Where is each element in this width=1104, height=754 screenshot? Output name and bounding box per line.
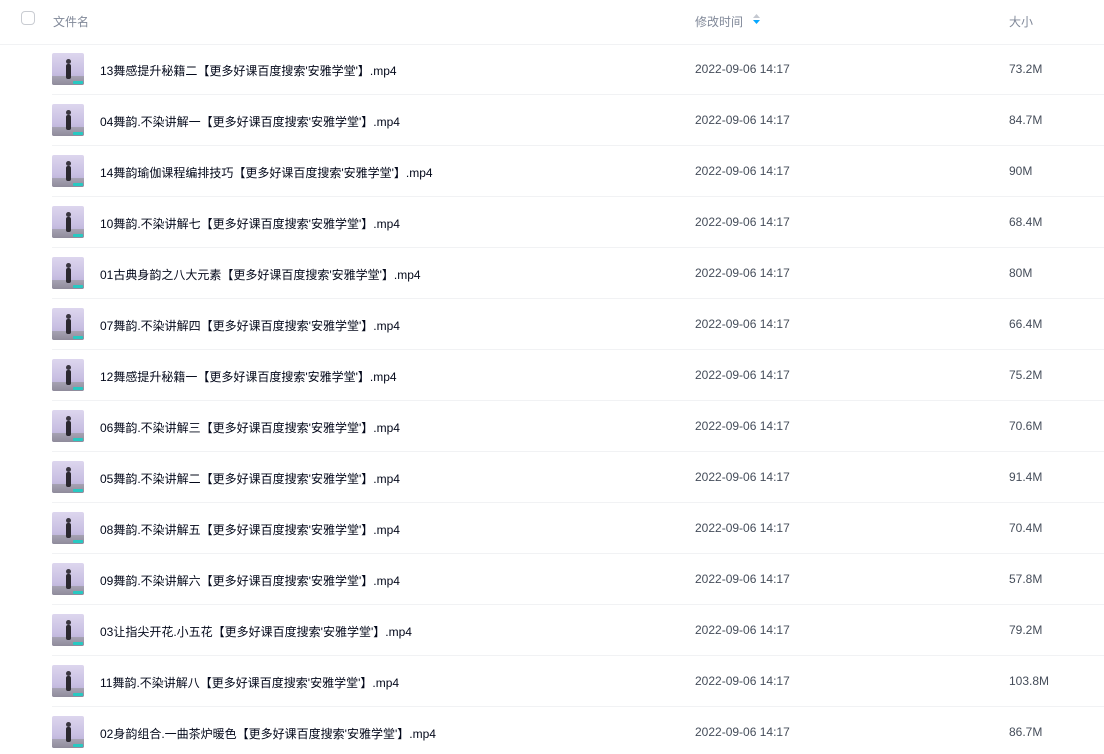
file-row[interactable]: 05舞韵.不染讲解二【更多好课百度搜索'安雅学堂'】.mp4 2022-09-06… — [0, 452, 1104, 503]
file-name[interactable]: 07舞韵.不染讲解四【更多好课百度搜索'安雅学堂'】.mp4 — [100, 317, 400, 334]
file-size: 79.2M — [1009, 623, 1043, 637]
column-header-size[interactable]: 大小 — [1009, 13, 1033, 30]
file-row[interactable]: 08舞韵.不染讲解五【更多好课百度搜索'安雅学堂'】.mp4 2022-09-06… — [0, 503, 1104, 554]
video-badge-icon — [73, 438, 83, 441]
column-header-name[interactable]: 文件名 — [53, 13, 89, 30]
file-name[interactable]: 13舞感提升秘籍二【更多好课百度搜索'安雅学堂'】.mp4 — [100, 62, 397, 79]
file-row[interactable]: 14舞韵瑜伽课程编排技巧【更多好课百度搜索'安雅学堂'】.mp4 2022-09-… — [0, 146, 1104, 197]
file-row[interactable]: 01古典身韵之八大元素【更多好课百度搜索'安雅学堂'】.mp4 2022-09-0… — [0, 248, 1104, 299]
file-modified-time: 2022-09-06 14:17 — [695, 62, 790, 76]
video-badge-icon — [73, 387, 83, 390]
file-row[interactable]: 07舞韵.不染讲解四【更多好课百度搜索'安雅学堂'】.mp4 2022-09-06… — [0, 299, 1104, 350]
file-size: 66.4M — [1009, 317, 1043, 331]
file-name[interactable]: 12舞感提升秘籍一【更多好课百度搜索'安雅学堂'】.mp4 — [100, 368, 397, 385]
video-badge-icon — [73, 285, 83, 288]
file-size: 75.2M — [1009, 368, 1043, 382]
file-name[interactable]: 08舞韵.不染讲解五【更多好课百度搜索'安雅学堂'】.mp4 — [100, 521, 400, 538]
file-row[interactable]: 03让指尖开花.小五花【更多好课百度搜索'安雅学堂'】.mp4 2022-09-0… — [0, 605, 1104, 656]
video-badge-icon — [73, 540, 83, 543]
file-modified-time: 2022-09-06 14:17 — [695, 113, 790, 127]
file-row[interactable]: 04舞韵.不染讲解一【更多好课百度搜索'安雅学堂'】.mp4 2022-09-06… — [0, 95, 1104, 146]
file-name[interactable]: 09舞韵.不染讲解六【更多好课百度搜索'安雅学堂'】.mp4 — [100, 572, 400, 589]
file-size: 80M — [1009, 266, 1033, 280]
file-row[interactable]: 13舞感提升秘籍二【更多好课百度搜索'安雅学堂'】.mp4 2022-09-06 … — [0, 44, 1104, 95]
file-modified-time: 2022-09-06 14:17 — [695, 317, 790, 331]
video-thumbnail[interactable] — [52, 614, 84, 646]
video-badge-icon — [73, 234, 83, 237]
file-size: 70.4M — [1009, 521, 1043, 535]
file-name[interactable]: 03让指尖开花.小五花【更多好课百度搜索'安雅学堂'】.mp4 — [100, 623, 412, 640]
file-row[interactable]: 09舞韵.不染讲解六【更多好课百度搜索'安雅学堂'】.mp4 2022-09-06… — [0, 554, 1104, 605]
file-size: 70.6M — [1009, 419, 1043, 433]
file-name[interactable]: 10舞韵.不染讲解七【更多好课百度搜索'安雅学堂'】.mp4 — [100, 215, 400, 232]
file-size: 84.7M — [1009, 113, 1043, 127]
video-thumbnail[interactable] — [52, 563, 84, 595]
file-modified-time: 2022-09-06 14:17 — [695, 674, 790, 688]
file-name[interactable]: 06舞韵.不染讲解三【更多好课百度搜索'安雅学堂'】.mp4 — [100, 419, 400, 436]
file-row[interactable]: 12舞感提升秘籍一【更多好课百度搜索'安雅学堂'】.mp4 2022-09-06 … — [0, 350, 1104, 401]
column-header-time[interactable]: 修改时间 — [695, 13, 743, 30]
video-badge-icon — [73, 183, 83, 186]
file-modified-time: 2022-09-06 14:17 — [695, 470, 790, 484]
file-modified-time: 2022-09-06 14:17 — [695, 572, 790, 586]
file-size: 73.2M — [1009, 62, 1043, 76]
file-modified-time: 2022-09-06 14:17 — [695, 521, 790, 535]
select-all-checkbox[interactable] — [21, 11, 35, 25]
file-size: 103.8M — [1009, 674, 1050, 688]
video-badge-icon — [73, 81, 83, 84]
file-modified-time: 2022-09-06 14:17 — [695, 419, 790, 433]
video-thumbnail[interactable] — [52, 665, 84, 697]
file-size: 57.8M — [1009, 572, 1043, 586]
file-size: 68.4M — [1009, 215, 1043, 229]
video-badge-icon — [73, 132, 83, 135]
file-row[interactable]: 06舞韵.不染讲解三【更多好课百度搜索'安雅学堂'】.mp4 2022-09-06… — [0, 401, 1104, 452]
file-row[interactable]: 02身韵组合.一曲茶炉暖色【更多好课百度搜索'安雅学堂'】.mp4 2022-09… — [0, 707, 1104, 754]
video-thumbnail[interactable] — [52, 410, 84, 442]
list-header: 文件名 修改时间 大小 — [0, 0, 1104, 45]
video-thumbnail[interactable] — [52, 716, 84, 748]
video-badge-icon — [73, 744, 83, 747]
video-thumbnail[interactable] — [52, 308, 84, 340]
file-modified-time: 2022-09-06 14:17 — [695, 164, 790, 178]
file-size: 86.7M — [1009, 725, 1043, 739]
file-name[interactable]: 01古典身韵之八大元素【更多好课百度搜索'安雅学堂'】.mp4 — [100, 266, 421, 283]
video-thumbnail[interactable] — [52, 53, 84, 85]
video-thumbnail[interactable] — [52, 104, 84, 136]
file-name[interactable]: 14舞韵瑜伽课程编排技巧【更多好课百度搜索'安雅学堂'】.mp4 — [100, 164, 433, 181]
file-name[interactable]: 05舞韵.不染讲解二【更多好课百度搜索'安雅学堂'】.mp4 — [100, 470, 400, 487]
file-row[interactable]: 11舞韵.不染讲解八【更多好课百度搜索'安雅学堂'】.mp4 2022-09-06… — [0, 656, 1104, 707]
file-modified-time: 2022-09-06 14:17 — [695, 623, 790, 637]
file-list: 文件名 修改时间 大小 13舞感提升秘籍二【更多好课百度搜索'安雅学堂'】.mp… — [0, 0, 1104, 754]
video-thumbnail[interactable] — [52, 155, 84, 187]
file-modified-time: 2022-09-06 14:17 — [695, 368, 790, 382]
video-thumbnail[interactable] — [52, 206, 84, 238]
file-modified-time: 2022-09-06 14:17 — [695, 215, 790, 229]
video-thumbnail[interactable] — [52, 257, 84, 289]
video-badge-icon — [73, 489, 83, 492]
video-thumbnail[interactable] — [52, 359, 84, 391]
file-modified-time: 2022-09-06 14:17 — [695, 725, 790, 739]
video-thumbnail[interactable] — [52, 461, 84, 493]
sort-arrows-icon[interactable] — [752, 12, 761, 26]
video-thumbnail[interactable] — [52, 512, 84, 544]
file-modified-time: 2022-09-06 14:17 — [695, 266, 790, 280]
file-name[interactable]: 11舞韵.不染讲解八【更多好课百度搜索'安雅学堂'】.mp4 — [100, 674, 399, 691]
file-row[interactable]: 10舞韵.不染讲解七【更多好课百度搜索'安雅学堂'】.mp4 2022-09-06… — [0, 197, 1104, 248]
file-size: 91.4M — [1009, 470, 1043, 484]
video-badge-icon — [73, 642, 83, 645]
file-name[interactable]: 02身韵组合.一曲茶炉暖色【更多好课百度搜索'安雅学堂'】.mp4 — [100, 725, 436, 742]
file-size: 90M — [1009, 164, 1033, 178]
video-badge-icon — [73, 336, 83, 339]
video-badge-icon — [73, 591, 83, 594]
video-badge-icon — [73, 693, 83, 696]
file-name[interactable]: 04舞韵.不染讲解一【更多好课百度搜索'安雅学堂'】.mp4 — [100, 113, 400, 130]
